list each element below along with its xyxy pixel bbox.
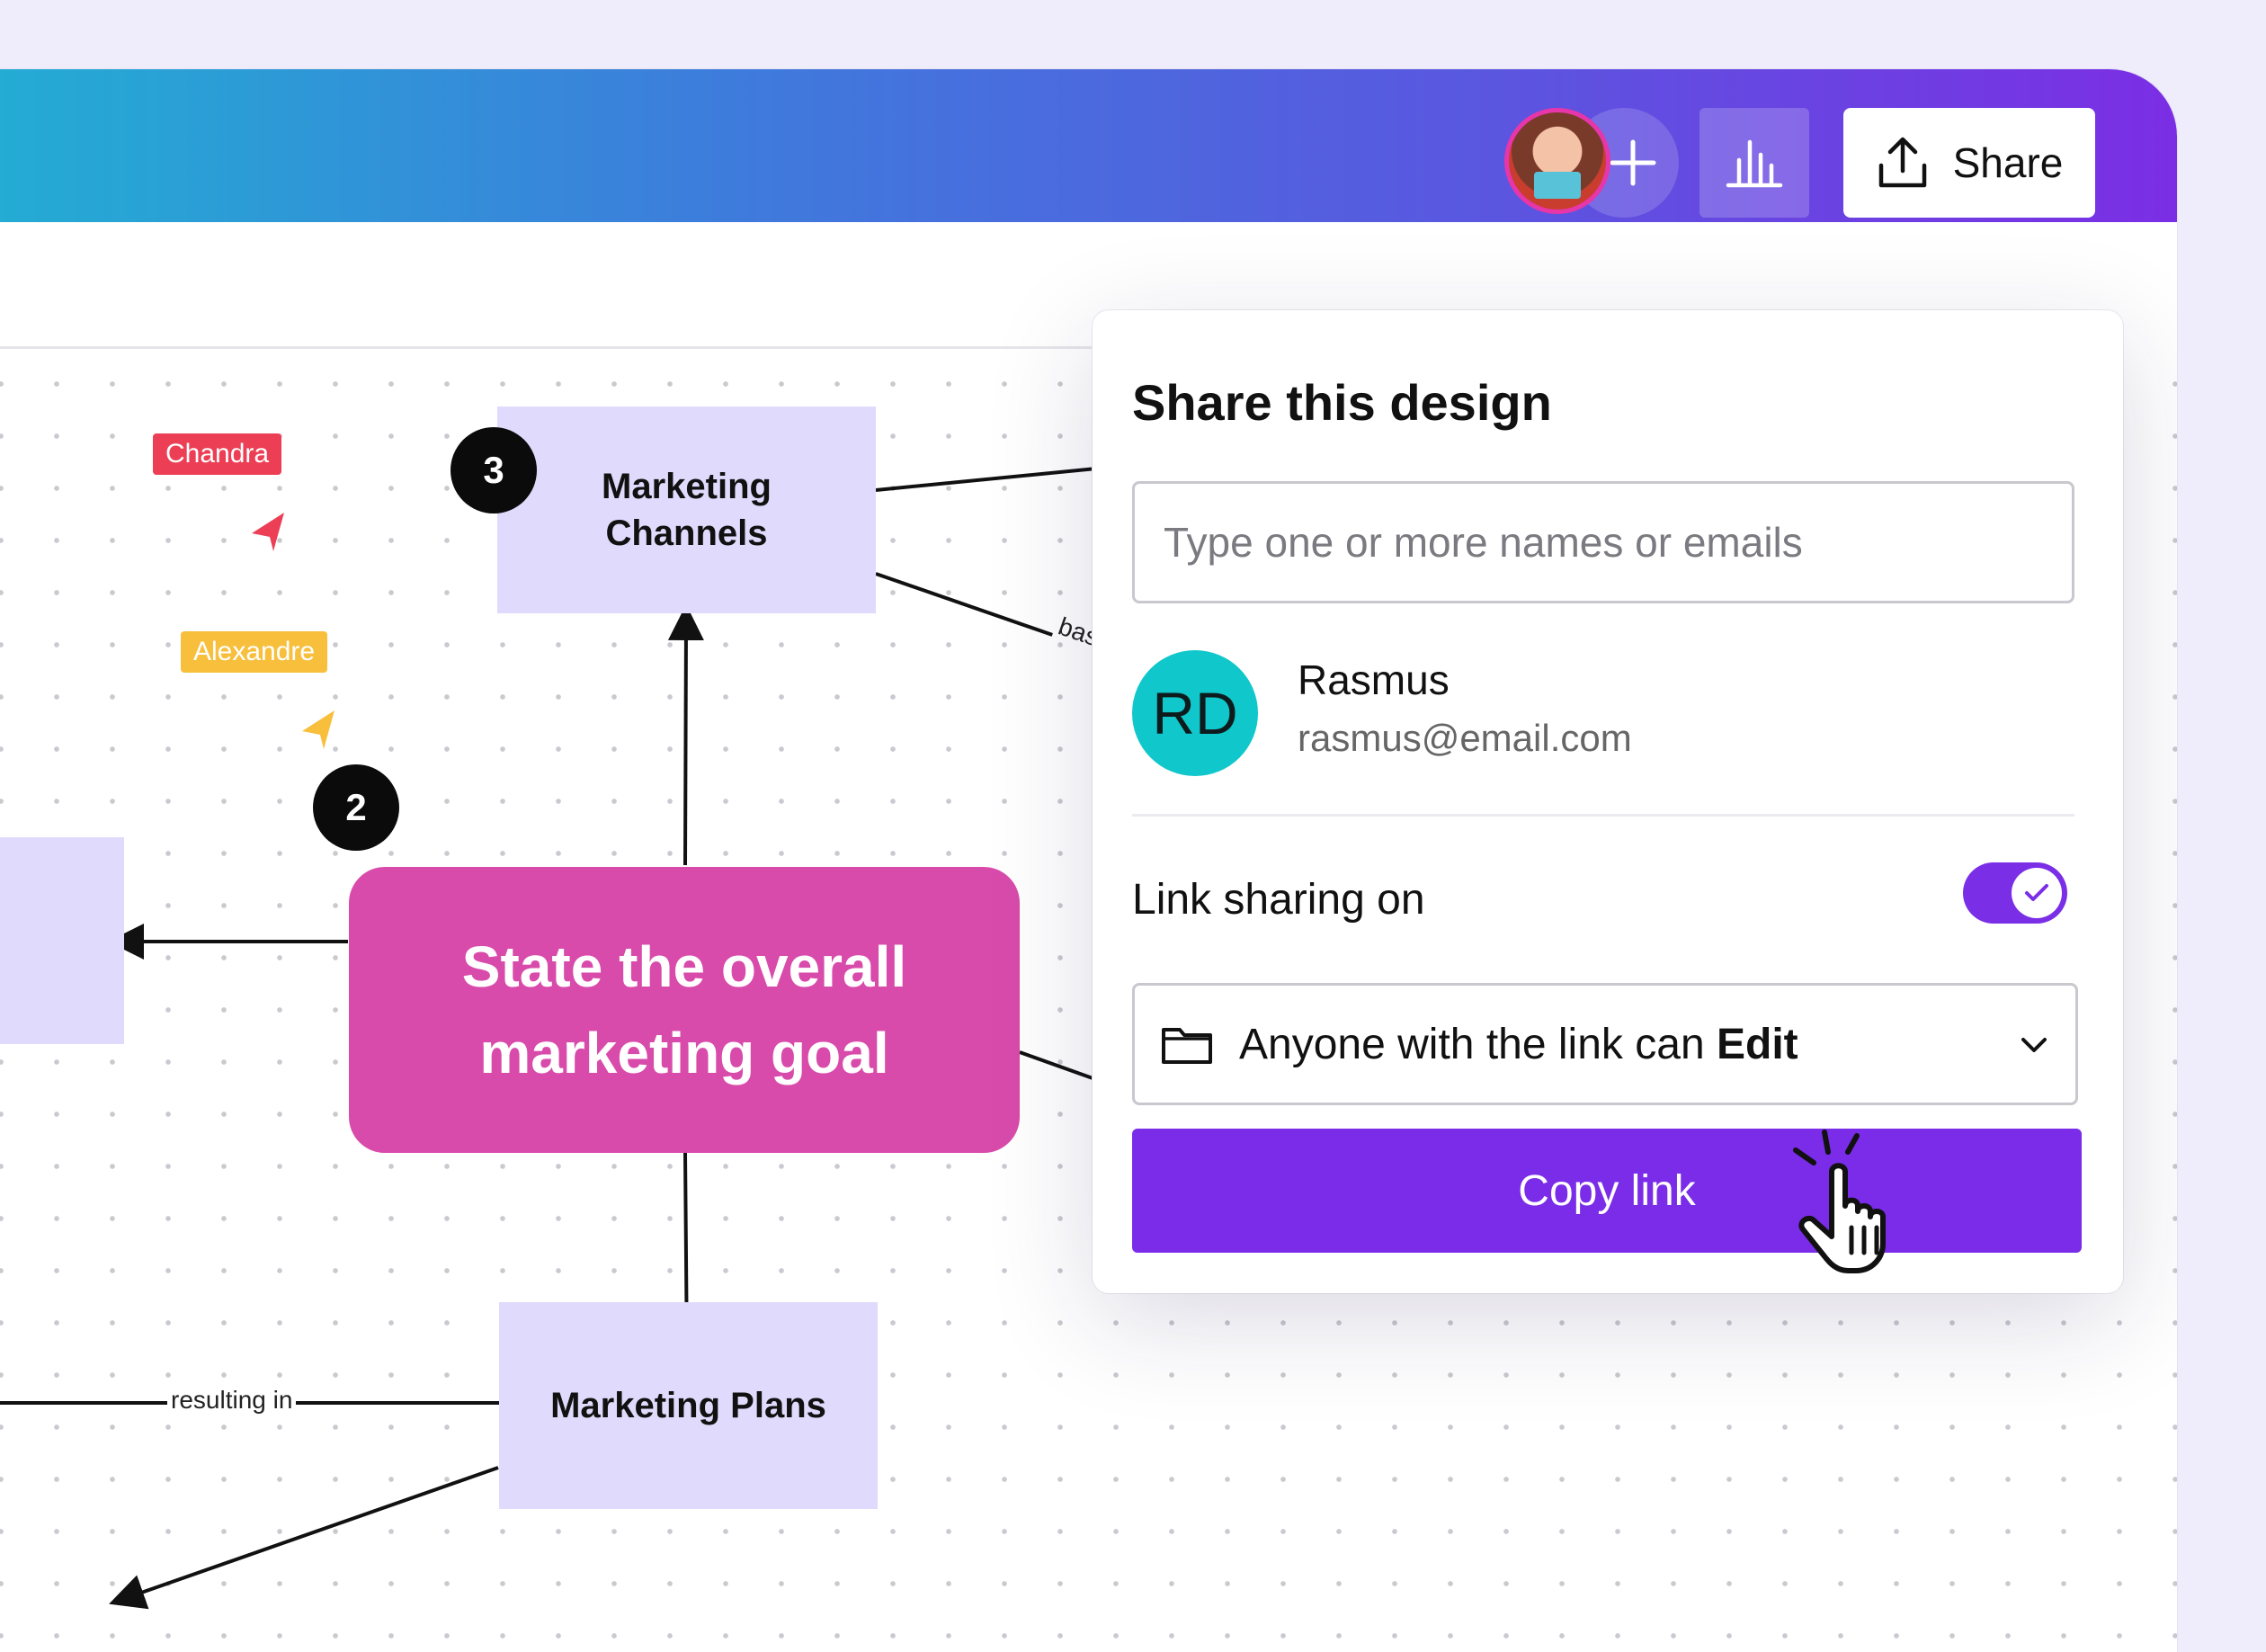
link-access-level: Edit <box>1716 1020 1798 1068</box>
edge-label-resulting-in: resulting in <box>167 1386 297 1415</box>
check-icon <box>2025 884 2048 901</box>
hand-pointer-icon <box>1793 1130 1886 1273</box>
step-badge-3-label: 3 <box>483 449 504 491</box>
link-sharing-toggle[interactable] <box>1963 862 2067 924</box>
link-sharing-label: Link sharing on <box>1132 876 1425 924</box>
connector-goal-to-channels <box>667 604 704 866</box>
link-access-prefix: Anyone with the link can <box>1239 1020 1717 1068</box>
edge-label-resulting-in-text: resulting in <box>171 1386 293 1414</box>
avatar-book-detail <box>1534 172 1581 199</box>
folder-icon <box>1162 1028 1212 1064</box>
node-marketing-plans[interactable]: Marketing Plans <box>499 1302 878 1509</box>
panel-divider <box>1132 814 2074 817</box>
cursor-tag-chandra-label: Chandra <box>165 439 270 469</box>
cursor-tag-alexandre-label: Alexandre <box>193 637 316 666</box>
collaborator-avatar[interactable] <box>1504 108 1610 214</box>
cursor-tag-alexandre: Alexandre <box>181 631 328 673</box>
share-panel: Share this design RD Rasmus rasmus@email… <box>1093 310 2123 1293</box>
copy-link-label: Copy link <box>1518 1166 1696 1215</box>
chevron-down-icon <box>2021 1038 2047 1052</box>
step-badge-3: 3 <box>451 427 537 513</box>
person-avatar: RD <box>1132 650 1258 776</box>
cursor-tag-chandra: Chandra <box>153 433 282 475</box>
share-panel-title: Share this design <box>1132 374 1552 431</box>
share-email-input[interactable] <box>1132 481 2074 603</box>
person-email: rasmus@email.com <box>1298 717 1632 759</box>
app-window: Share Marketing Channels Marketing Plans… <box>0 69 2177 1652</box>
step-badge-2-label: 2 <box>345 786 367 828</box>
link-access-dropdown[interactable]: Anyone with the link can Edit <box>1132 983 2078 1105</box>
node-left-partial[interactable] <box>0 837 124 1044</box>
node-marketing-plans-label: Marketing Plans <box>550 1386 826 1425</box>
toggle-knob <box>2012 868 2062 918</box>
node-overall-goal[interactable]: State the overall marketing goal <box>349 867 1020 1153</box>
step-badge-2: 2 <box>313 764 399 851</box>
connector-plans-down-left <box>109 1466 499 1610</box>
alexandre-cursor-arrow <box>302 710 335 749</box>
person-initials: RD <box>1152 680 1238 746</box>
node-marketing-channels[interactable]: Marketing Channels <box>497 406 876 613</box>
link-access-text: Anyone with the link can Edit <box>1239 1020 2018 1069</box>
node-marketing-channels-label: Marketing Channels <box>602 467 772 553</box>
chandra-cursor-arrow <box>252 513 284 551</box>
copy-link-button[interactable]: Copy link <box>1132 1129 2082 1253</box>
person-name: Rasmus <box>1298 656 1450 703</box>
node-overall-goal-label: State the overall marketing goal <box>461 934 907 1085</box>
